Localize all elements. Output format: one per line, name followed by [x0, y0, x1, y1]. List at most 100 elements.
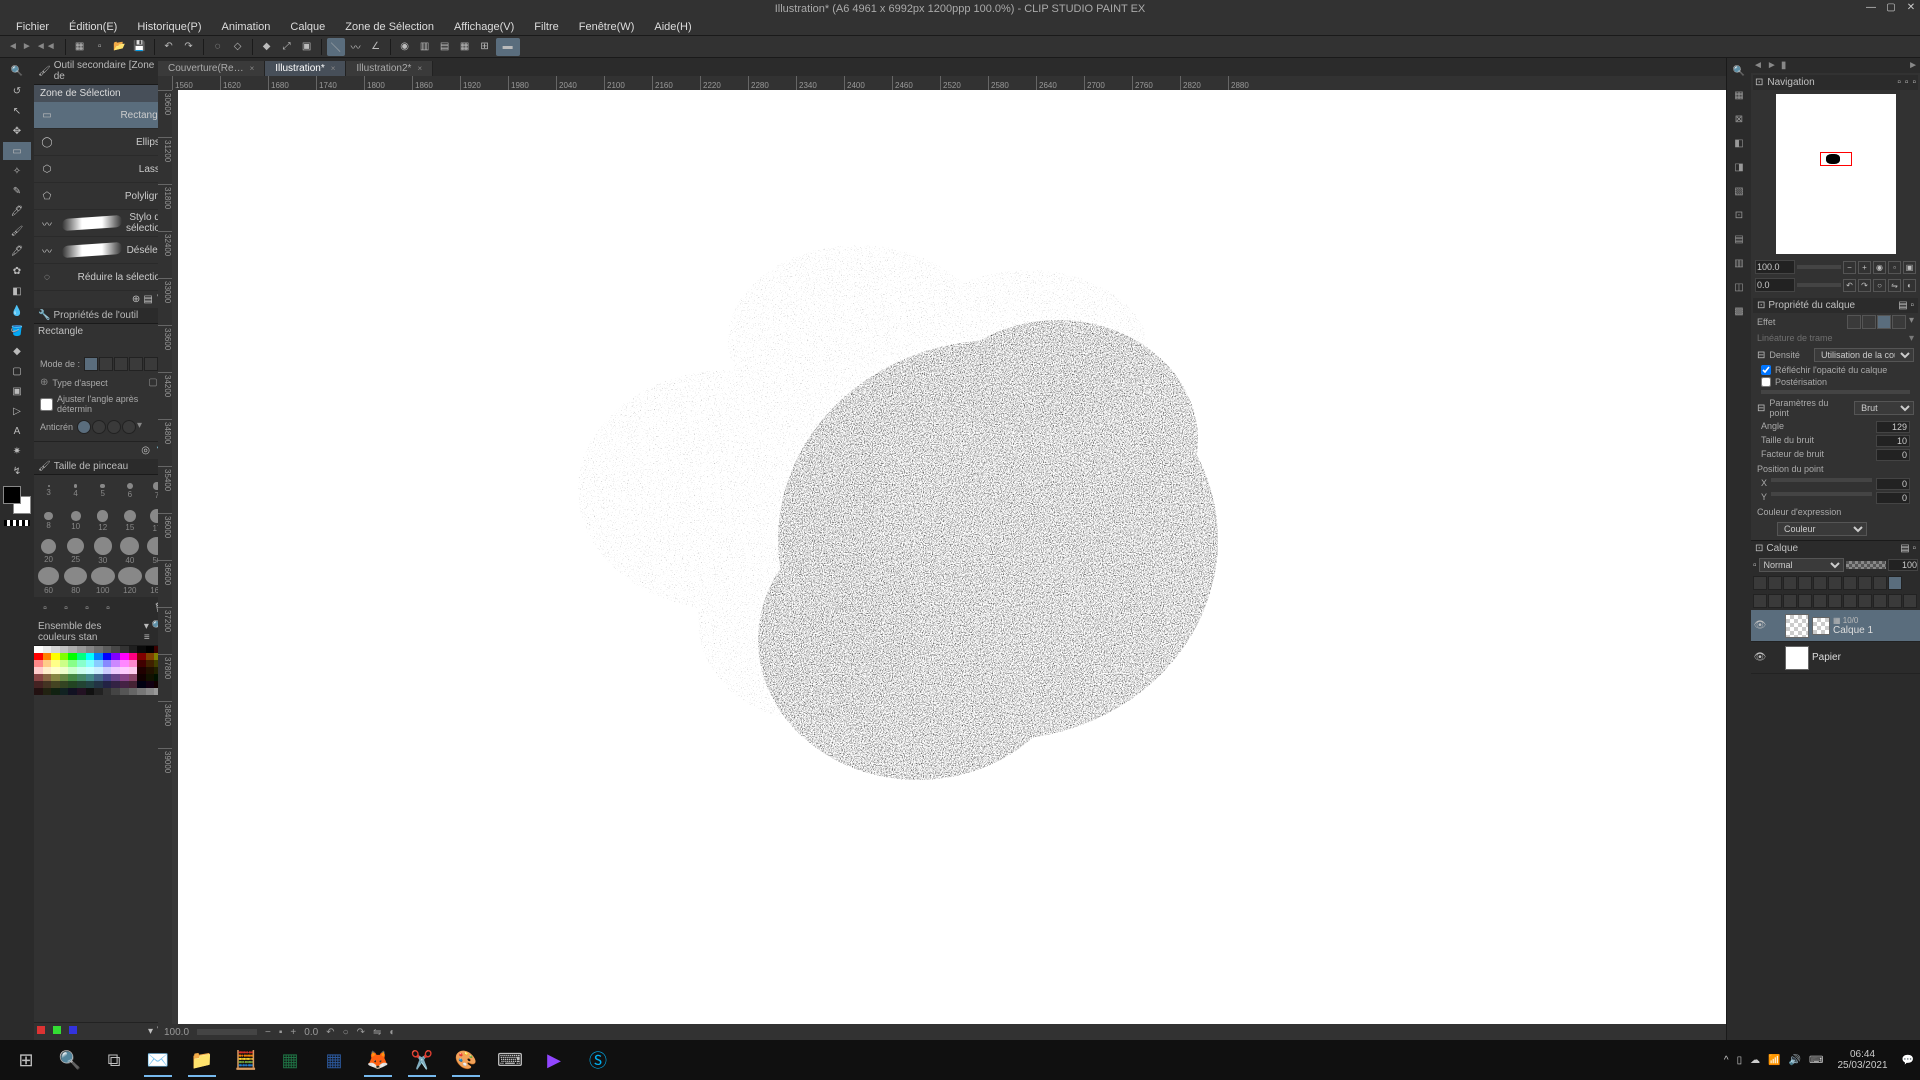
transparent-color[interactable] — [4, 520, 30, 526]
redo-icon[interactable]: ↷ — [180, 38, 198, 56]
panel-f-icon[interactable]: ⊡ — [1730, 206, 1748, 224]
brush-size-80[interactable]: 80 — [63, 567, 88, 595]
size-opt-4[interactable]: ▫ — [99, 599, 117, 617]
nav-rot-ccw[interactable]: ↶ — [1843, 279, 1856, 292]
layer-type-icon[interactable]: ▫ — [1753, 560, 1757, 571]
layer-papier[interactable]: 👁Papier — [1751, 642, 1920, 674]
open-file-icon[interactable]: 📂 — [111, 38, 129, 56]
layer-act-11[interactable] — [1903, 594, 1917, 608]
size-opt-2[interactable]: ▫ — [57, 599, 75, 617]
tray-expand-icon[interactable]: ^ — [1724, 1055, 1729, 1066]
nav-rot-slider[interactable] — [1797, 283, 1841, 287]
tab-illustration[interactable]: Illustration2*× — [346, 61, 433, 76]
r-bar[interactable]: ▮ — [1781, 60, 1787, 71]
notifications-icon[interactable]: 💬 — [1902, 1055, 1914, 1066]
register-preset-icon[interactable]: ◎ — [141, 445, 150, 456]
anti-none[interactable] — [77, 420, 91, 434]
nav-all[interactable]: ▣ — [1903, 261, 1916, 274]
layerprop-opts[interactable]: ▤ ▫ — [1898, 300, 1914, 311]
nav-opt-b[interactable]: ▫ — [1905, 77, 1909, 88]
snap-curve-icon[interactable]: 〰 — [347, 38, 365, 56]
layer-btn-5[interactable] — [1813, 576, 1827, 590]
skype-app[interactable]: Ⓢ — [578, 1043, 618, 1077]
blend-tool[interactable]: 💧 — [3, 302, 31, 320]
mode-add[interactable] — [99, 357, 113, 371]
tab-couverturere[interactable]: Couverture(Re…× — [158, 61, 265, 76]
rot-reset-icon[interactable]: ○ — [343, 1027, 349, 1038]
excel-app[interactable]: ▦ — [270, 1043, 310, 1077]
fill-tool[interactable]: 🪣 — [3, 322, 31, 340]
anti-weak[interactable] — [92, 420, 106, 434]
panel-b-icon[interactable]: ⊠ — [1730, 110, 1748, 128]
nav-flip-v[interactable]: ◐ — [1903, 279, 1916, 292]
brush-size-8[interactable]: 8 — [36, 507, 61, 535]
panel-e-icon[interactable]: ▧ — [1730, 182, 1748, 200]
balloon-tool[interactable]: ✷ — [3, 442, 31, 460]
history-back[interactable]: ◄ — [8, 41, 18, 52]
effect-border[interactable] — [1847, 315, 1861, 329]
poster-checkbox[interactable] — [1761, 377, 1771, 387]
app-e[interactable]: ⌨ — [490, 1043, 530, 1077]
nav-100[interactable]: ▫ — [1888, 261, 1901, 274]
rot-cw-icon[interactable]: ↷ — [357, 1027, 365, 1038]
layers-opts[interactable]: ▤ ▫ — [1900, 543, 1916, 554]
color-swatch[interactable] — [3, 486, 31, 514]
brush-tool[interactable]: 🖌 — [3, 222, 31, 240]
selection-tool[interactable]: ▭ — [3, 142, 31, 160]
layer-act-2[interactable] — [1768, 594, 1782, 608]
object-tool[interactable]: ↖ — [3, 102, 31, 120]
layer-btn-9[interactable] — [1873, 576, 1887, 590]
adjust-angle-checkbox[interactable] — [40, 398, 53, 411]
tray-onedrive-icon[interactable]: ☁ — [1750, 1055, 1760, 1066]
nav-rot-reset[interactable]: ○ — [1873, 279, 1886, 292]
tray-volume-icon[interactable]: 🔊 — [1789, 1055, 1801, 1066]
flip-reset-icon[interactable]: ◐ — [389, 1027, 395, 1038]
snap-ruler-icon[interactable]: ∠ — [367, 38, 385, 56]
layer-btn-1[interactable] — [1753, 576, 1767, 590]
blend-mode-select[interactable]: Normal — [1759, 558, 1844, 572]
anti-strong[interactable] — [122, 420, 136, 434]
brush-size-10[interactable]: 10 — [63, 507, 88, 535]
brush-size-60[interactable]: 60 — [36, 567, 61, 595]
visibility-icon[interactable]: 👁 — [1753, 620, 1767, 631]
menu-affichagev[interactable]: Affichage(V) — [444, 19, 524, 35]
shape-tool[interactable]: ▢ — [3, 362, 31, 380]
new-file-icon[interactable]: ▫ — [91, 38, 109, 56]
nav-opt-a[interactable]: ▫ — [1897, 77, 1901, 88]
menu-zonedeslection[interactable]: Zone de Sélection — [335, 19, 444, 35]
eyedropper-tool[interactable]: ✎ — [3, 182, 31, 200]
twitch-app[interactable]: ▶ — [534, 1043, 574, 1077]
tab-illustration[interactable]: Illustration*× — [265, 61, 346, 76]
mode-sub[interactable] — [114, 357, 128, 371]
zoom-fit-icon[interactable]: ▪ — [279, 1027, 283, 1038]
panel-j-icon[interactable]: ▩ — [1730, 302, 1748, 320]
tool-c-icon[interactable]: ▤ — [436, 38, 454, 56]
layer-btn-2[interactable] — [1768, 576, 1782, 590]
clipstudio-app[interactable]: 🎨 — [446, 1043, 486, 1077]
nav-zoom-in[interactable]: + — [1858, 261, 1871, 274]
move-viewport-tool[interactable]: ↺ — [3, 82, 31, 100]
layer-btn-4[interactable] — [1798, 576, 1812, 590]
seltool-ellipse[interactable]: ◯Ellipse — [34, 129, 171, 156]
airbrush-tool[interactable]: 🖋 — [3, 242, 31, 260]
nav-opt-c[interactable]: ▫ — [1912, 77, 1916, 88]
tool-a-icon[interactable]: ◉ — [396, 38, 414, 56]
tray-lang-icon[interactable]: ⌨ — [1809, 1055, 1823, 1066]
snip-app[interactable]: ✂️ — [402, 1043, 442, 1077]
correction-tool[interactable]: ↯ — [3, 462, 31, 480]
panel-d-icon[interactable]: ◨ — [1730, 158, 1748, 176]
nav-zoom-slider[interactable] — [1797, 265, 1841, 269]
layer-act-4[interactable] — [1798, 594, 1812, 608]
tray-battery-icon[interactable]: ▯ — [1737, 1055, 1743, 1066]
foreground-color[interactable] — [3, 486, 21, 504]
seltool-stylodeslection[interactable]: 〰Stylo de sélection — [34, 210, 171, 237]
color-g-icon[interactable] — [53, 1026, 61, 1034]
nav-zoom-out[interactable]: − — [1843, 261, 1856, 274]
gradient-tool[interactable]: ◆ — [3, 342, 31, 360]
clock[interactable]: 06:4425/03/2021 — [1831, 1049, 1893, 1071]
ruler-tool[interactable]: ▷ — [3, 402, 31, 420]
menu-historiquep[interactable]: Historique(P) — [127, 19, 211, 35]
undo-icon[interactable]: ↶ — [160, 38, 178, 56]
layer-btn-6[interactable] — [1828, 576, 1842, 590]
history-fwd[interactable]: ► — [22, 41, 32, 52]
